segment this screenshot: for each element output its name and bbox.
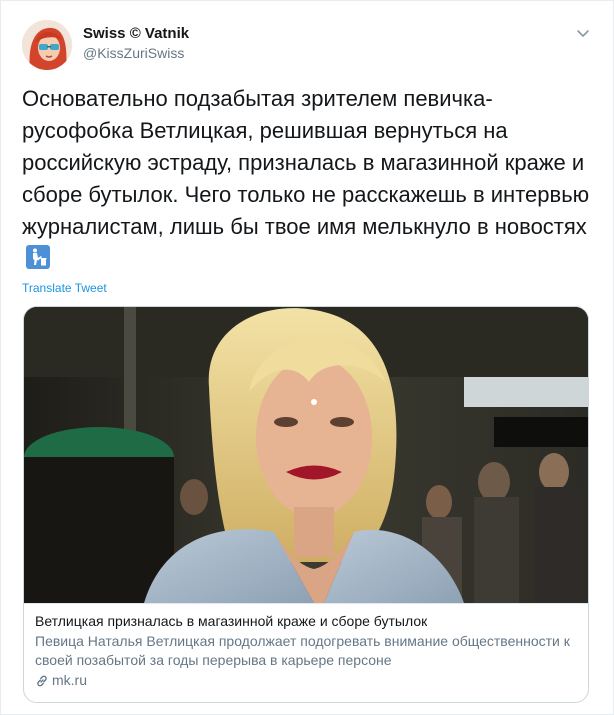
avatar[interactable] [22, 20, 72, 70]
tweet-body: Основательно подзабытая зрителем певичка… [22, 86, 590, 239]
card-title[interactable]: Ветлицкая призналась в магазинной краже … [35, 612, 579, 631]
card-description: Певица Наталья Ветлицкая продолжает подо… [35, 633, 570, 668]
translate-tweet-link[interactable]: Translate Tweet [22, 281, 107, 295]
link-preview-card[interactable]: Ветлицкая призналась в магазинной краже … [23, 306, 589, 703]
card-domain-text: mk.ru [52, 672, 87, 688]
tweet: Swiss © Vatnik @KissZuriSwiss Основатель… [0, 0, 614, 715]
display-name[interactable]: Swiss © Vatnik [83, 25, 189, 42]
card-photo [24, 307, 588, 603]
card-body[interactable]: Ветлицкая призналась в магазинной краже … [24, 603, 588, 702]
chevron-down-icon[interactable] [575, 25, 591, 41]
user-handle[interactable]: @KissZuriSwiss [83, 45, 184, 61]
avatar-image [22, 20, 72, 70]
card-image[interactable] [24, 307, 588, 603]
tweet-text: Основательно подзабытая зрителем певичка… [22, 83, 597, 275]
litter-in-bin-icon [26, 245, 50, 269]
card-domain[interactable]: mk.ru [35, 671, 579, 690]
link-icon [37, 675, 47, 686]
